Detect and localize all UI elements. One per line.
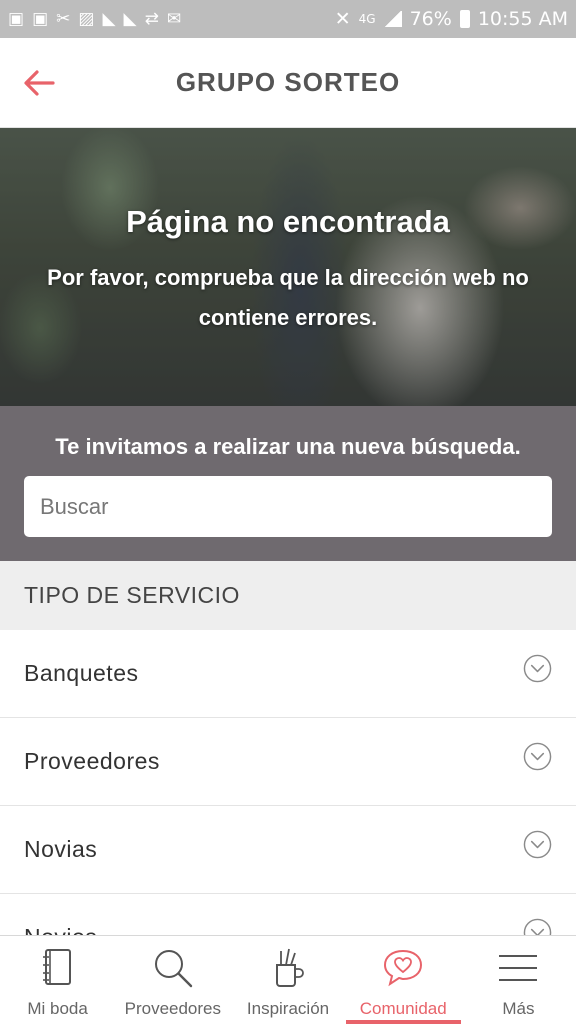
nav-item-proveedores[interactable]: Proveedores (115, 936, 230, 1024)
nav-item-mas[interactable]: Más (461, 936, 576, 1024)
page-title: GRUPO SORTEO (175, 67, 401, 97)
notification-icon: ▣ (32, 9, 49, 29)
bottom-nav: Mi boda Proveedores Inspiración Comunida… (0, 935, 576, 1024)
sync-icon: ⇄ (144, 9, 159, 29)
back-button[interactable] (18, 62, 60, 104)
search-input[interactable] (24, 476, 552, 537)
filter-item-label: Banquetes (24, 660, 139, 686)
app-header: GRUPO SORTEO (0, 38, 576, 128)
filter-item-label: Novios (24, 924, 97, 935)
nav-label: Comunidad (359, 999, 447, 1018)
filter-item-proveedores[interactable]: Proveedores (0, 718, 576, 806)
menu-icon (499, 955, 538, 981)
search-prompt: Te invitamos a realizar una nueva búsque… (55, 434, 521, 459)
system-icons: ✕ 4G 76% 10:55 AM (335, 8, 568, 30)
chevron-down-icon (523, 918, 552, 935)
error-title: Página no encontrada (126, 204, 450, 239)
nav-label: Inspiración (246, 999, 330, 1018)
chevron-down-icon (523, 742, 552, 771)
battery-icon (459, 10, 470, 28)
notification-icons: ▣ ▣ ✂ ▨ ◣ ◣ ⇄ ✉ (8, 9, 181, 29)
notification-icon: ✂ (56, 9, 71, 29)
chevron-down-icon (523, 654, 552, 683)
heart-chat-icon (384, 949, 423, 987)
nav-item-mi-boda[interactable]: Mi boda (0, 936, 115, 1024)
nav-label: Mi boda (27, 999, 88, 1018)
nav-item-inspiracion[interactable]: Inspiración (230, 936, 345, 1024)
nav-item-comunidad[interactable]: Comunidad (345, 936, 462, 1024)
notification-icon: ◣ (123, 9, 137, 29)
hero-banner: Página no encontrada Por favor, comprueb… (0, 128, 576, 406)
filter-item-novios[interactable]: Novios (0, 894, 576, 935)
filter-list: Banquetes Proveedores Novias Novios (0, 630, 576, 935)
filter-section-header: TIPO DE SERVICIO (0, 561, 576, 630)
clock: 10:55 AM (477, 8, 568, 30)
search-section: Te invitamos a realizar una nueva búsque… (0, 406, 576, 561)
filter-item-banquetes[interactable]: Banquetes (0, 630, 576, 718)
filter-section-title: TIPO DE SERVICIO (24, 582, 240, 608)
filter-item-label: Novias (24, 836, 98, 862)
mail-icon: ✉ (166, 9, 182, 29)
notification-icon: ▣ (8, 9, 25, 29)
battery-percent: 76% (409, 8, 452, 30)
arrow-left-icon (24, 70, 55, 96)
notebook-icon (42, 949, 71, 985)
mute-icon: ✕ (334, 8, 351, 30)
error-message: Por favor, comprueba que la dirección we… (47, 265, 529, 330)
notification-icon: ◣ (102, 9, 116, 29)
screen: ▣ ▣ ✂ ▨ ◣ ◣ ⇄ ✉ ✕ 4G 76% 10:55 AM GRUPO … (0, 0, 576, 1024)
search-icon (154, 950, 192, 988)
status-bar: ▣ ▣ ✂ ▨ ◣ ◣ ⇄ ✉ ✕ 4G 76% 10:55 AM (0, 0, 576, 38)
chevron-down-icon (523, 830, 552, 859)
network-type: 4G (358, 12, 376, 26)
nav-label: Más (502, 999, 535, 1018)
nav-label: Proveedores (124, 999, 221, 1018)
filter-item-novias[interactable]: Novias (0, 806, 576, 894)
filter-item-label: Proveedores (24, 748, 160, 774)
signal-icon (383, 11, 402, 27)
image-icon: ▨ (78, 9, 95, 29)
pencil-cup-icon (276, 948, 304, 987)
